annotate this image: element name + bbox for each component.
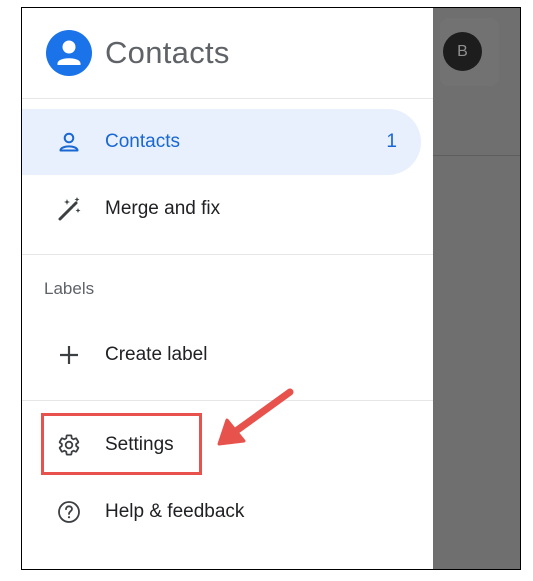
drawer-divider <box>22 400 433 401</box>
nav-item-label: Merge and fix <box>105 198 221 219</box>
nav-item-label: Create label <box>105 344 208 365</box>
nav-item-label: Contacts <box>105 131 180 152</box>
create-label-button[interactable]: Create label <box>22 322 421 388</box>
dimmed-app-backdrop[interactable] <box>433 8 520 569</box>
navigation-drawer: Contacts Contacts 1 Merge and fix Labels… <box>22 8 433 569</box>
magic-wand-icon <box>55 195 83 223</box>
nav-item-merge-and-fix[interactable]: Merge and fix <box>22 176 421 242</box>
app-title: Contacts <box>105 35 230 70</box>
settings-highlight-box <box>41 413 202 475</box>
nav-item-contacts[interactable]: Contacts 1 <box>22 109 421 175</box>
nav-item-label: Help & feedback <box>105 501 245 522</box>
account-avatar[interactable]: B <box>443 32 482 71</box>
plus-icon <box>55 341 83 369</box>
contacts-count: 1 <box>386 131 397 152</box>
drawer-divider <box>22 254 433 255</box>
labels-section-heading: Labels <box>44 279 95 298</box>
help-circle-icon <box>55 498 83 526</box>
person-icon <box>55 128 83 156</box>
account-circle-icon <box>46 30 92 76</box>
drawer-divider <box>22 98 433 99</box>
screenshot-frame: B Contacts Contacts 1 Merge and fix Labe… <box>21 7 521 570</box>
nav-item-help-and-feedback[interactable]: Help & feedback <box>22 479 421 545</box>
